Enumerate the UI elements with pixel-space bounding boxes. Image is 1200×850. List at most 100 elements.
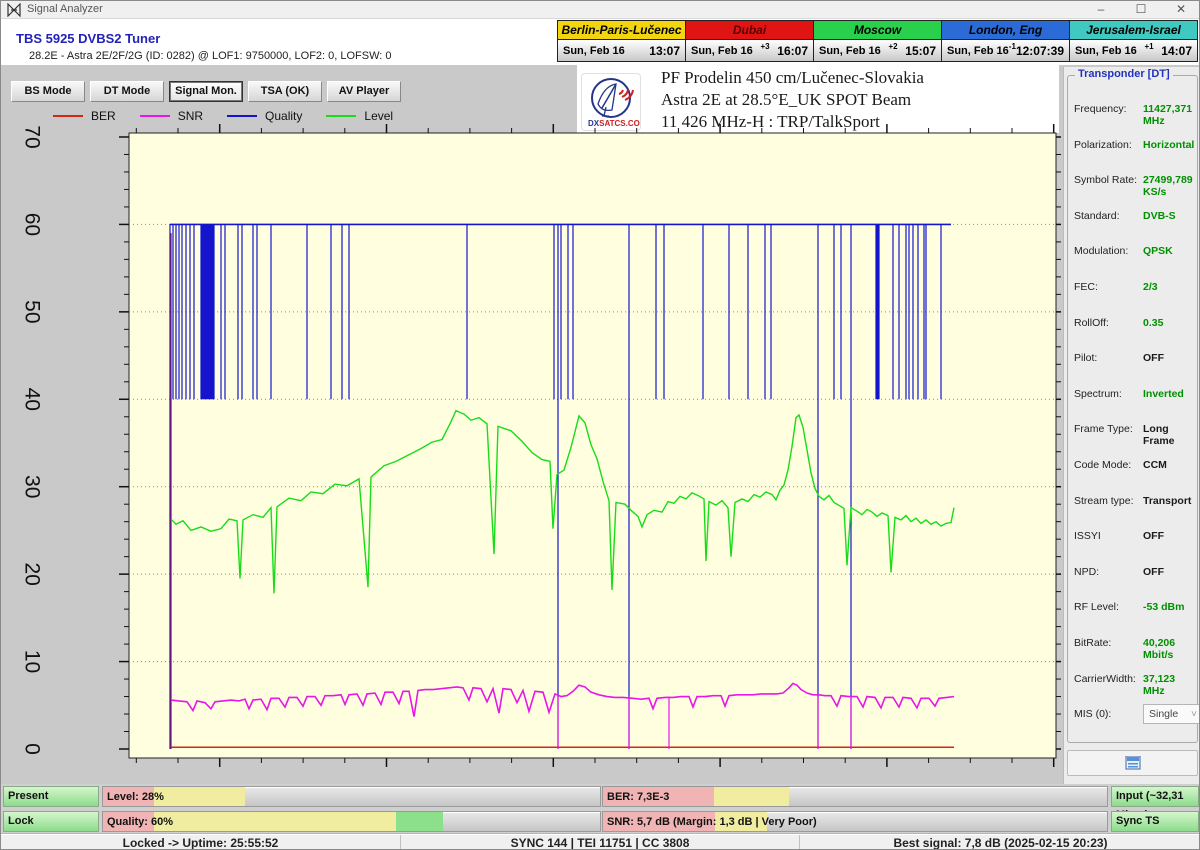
- clock-city-label: Moscow: [814, 21, 941, 40]
- transponder-label: RollOff:: [1074, 317, 1109, 329]
- mis-label: MIS (0):: [1074, 708, 1111, 720]
- transponder-value: OFF: [1143, 566, 1164, 578]
- transponder-value: Transport: [1143, 495, 1191, 507]
- sync-ts-indicator: Sync TS: [1111, 811, 1199, 832]
- transponder-value: 40,206 Mbit/s: [1143, 637, 1194, 661]
- app-icon: [7, 3, 21, 17]
- transponder-label: Pilot:: [1074, 352, 1097, 364]
- transponder-value: CCM: [1143, 459, 1167, 471]
- tab-bs-mode[interactable]: BS Mode: [11, 81, 85, 102]
- ber-bar-label: BER: 7,3E-3: [607, 787, 669, 807]
- clock-datetime: Sun, Feb 1613:07: [558, 40, 685, 61]
- clock-date: Sun, Feb 16: [1075, 45, 1137, 57]
- chevron-down-icon: ˅: [1191, 706, 1197, 724]
- clock-utc-offset: +2: [881, 42, 906, 51]
- y-axis-label: 10: [20, 650, 43, 673]
- transponder-row: Frequency:11427,371 MHz: [1074, 103, 1194, 117]
- tuner-subtitle: 28.2E - Astra 2E/2F/2G (ID: 0282) @ LOF1…: [29, 50, 392, 62]
- transponder-row: Code Mode: CCM: [1074, 459, 1194, 473]
- transponder-value: -53 dBm: [1143, 601, 1184, 613]
- transponder-row: CarrierWidth:37,123 MHz: [1074, 673, 1194, 687]
- bar-fill-segment: [714, 787, 790, 806]
- clock-utc-offset: +3: [753, 42, 778, 51]
- transponder-label: Standard:: [1074, 210, 1120, 222]
- tab-dt-mode[interactable]: DT Mode: [90, 81, 164, 102]
- clock-time: 14:07: [1161, 44, 1192, 58]
- transponder-label: ISSYI: [1074, 530, 1101, 542]
- minimize-button[interactable]: –: [1081, 1, 1121, 19]
- transponder-panel: Transponder [DT] Frequency:11427,371 MHz…: [1063, 67, 1200, 784]
- bar-fill-segment: [396, 812, 443, 831]
- transponder-row: Pilot: OFF: [1074, 352, 1194, 366]
- close-button[interactable]: ✕: [1161, 1, 1200, 19]
- clock-datetime: Sun, Feb 16+316:07: [686, 40, 813, 61]
- transponder-value: OFF: [1143, 352, 1164, 364]
- transponder-value: 0.35: [1143, 317, 1163, 329]
- mis-dropdown[interactable]: Single ˅: [1143, 704, 1200, 724]
- transponder-row: Frame Type:Long Frame: [1074, 423, 1194, 437]
- signal-analyzer-window: Signal Analyzer – ☐ ✕ TBS 5925 DVBS2 Tun…: [0, 0, 1200, 850]
- world-clocks: Berlin-Paris-LučenecSun, Feb 1613:07Duba…: [557, 20, 1198, 62]
- transponder-row: FEC:2/3: [1074, 281, 1194, 295]
- statusbar-segment-0: Locked -> Uptime: 25:55:52: [1, 835, 401, 850]
- statusbar-segment-1: SYNC 144 | TEI 11751 | CC 3808: [401, 835, 800, 850]
- transponder-row: RollOff: 0.35: [1074, 317, 1194, 331]
- y-axis-label: 30: [20, 475, 43, 498]
- clock-city-label: Berlin-Paris-Lučenec: [558, 21, 685, 40]
- clock-cell: Jerusalem-IsraelSun, Feb 16+114:07: [1070, 21, 1197, 61]
- maximize-button[interactable]: ☐: [1121, 1, 1161, 19]
- snr-bar: SNR: 5,7 dB (Margin: 1,3 dB | Very Poor): [602, 811, 1108, 832]
- bar-fill-segment: [154, 812, 397, 831]
- transponder-value: QPSK: [1143, 245, 1173, 257]
- transponder-groupbox: Transponder [DT] Frequency:11427,371 MHz…: [1067, 75, 1198, 743]
- transponder-row: Spectrum: Inverted: [1074, 388, 1194, 402]
- signal-chart: 010203040506070: [1, 101, 1061, 783]
- clock-city-label: Jerusalem-Israel: [1070, 21, 1197, 40]
- transponder-label: BitRate:: [1074, 637, 1111, 649]
- transponder-label: Code Mode:: [1074, 459, 1131, 471]
- clock-date: Sun, Feb 16: [691, 45, 753, 57]
- tab-signal-mon-[interactable]: Signal Mon.: [169, 81, 243, 102]
- transponder-value: OFF: [1143, 530, 1164, 542]
- ber-bar: BER: 7,3E-3: [602, 786, 1108, 807]
- transponder-row: ISSYI OFF: [1074, 530, 1194, 544]
- transponder-label: RF Level:: [1074, 601, 1119, 613]
- transponder-label: NPD:: [1074, 566, 1099, 578]
- transponder-value: 2/3: [1143, 281, 1158, 293]
- transponder-label: Polarization:: [1074, 139, 1132, 151]
- y-axis-label: 60: [20, 213, 43, 236]
- transponder-row: Polarization:Horizontal: [1074, 139, 1194, 153]
- statusbar: Locked -> Uptime: 25:55:52SYNC 144 | TEI…: [1, 834, 1200, 850]
- clock-time: 15:07: [905, 44, 936, 58]
- statusbar-segment-2: Best signal: 7,8 dB (2025-02-15 20:23): [800, 835, 1200, 850]
- y-axis-label: 70: [20, 125, 43, 148]
- clock-city-label: London, Eng: [942, 21, 1069, 40]
- transponder-value: DVB-S: [1143, 210, 1176, 222]
- clock-cell: Berlin-Paris-LučenecSun, Feb 1613:07: [558, 21, 686, 61]
- transponder-label: Spectrum:: [1074, 388, 1122, 400]
- clock-city-label: Dubai: [686, 21, 813, 40]
- transponder-row: BitRate:40,206 Mbit/s: [1074, 637, 1194, 651]
- clock-cell: MoscowSun, Feb 16+215:07: [814, 21, 942, 61]
- transponder-value: Inverted: [1143, 388, 1184, 400]
- save-icon: [1125, 756, 1141, 770]
- titlebar: Signal Analyzer – ☐ ✕: [1, 1, 1200, 19]
- mode-toolbar: BS ModeDT ModeSignal Mon.TSA (OK)AV Play…: [11, 81, 401, 102]
- clock-date: Sun, Feb 16: [563, 45, 625, 57]
- tab-av-player[interactable]: AV Player: [327, 81, 401, 102]
- tab-tsa-ok-[interactable]: TSA (OK): [248, 81, 322, 102]
- quality-bar-label: Quality: 60%: [107, 812, 173, 832]
- transponder-row: Symbol Rate:27499,789 KS/s: [1074, 174, 1194, 188]
- tuner-title: TBS 5925 DVBS2 Tuner: [16, 31, 160, 46]
- transponder-row: Stream type:Transport: [1074, 495, 1194, 509]
- transponder-value: 37,123 MHz: [1143, 673, 1194, 697]
- save-button[interactable]: [1067, 750, 1198, 776]
- window-title: Signal Analyzer: [27, 3, 103, 15]
- mis-value: Single: [1149, 708, 1178, 720]
- lock-indicator: Lock: [3, 811, 99, 832]
- transponder-value: Long Frame: [1143, 423, 1194, 447]
- clock-datetime: Sun, Feb 16+114:07: [1070, 40, 1197, 61]
- transponder-label: Symbol Rate:: [1074, 174, 1137, 186]
- y-axis-label: 20: [20, 562, 43, 585]
- input-rate-indicator: Input (~32,31 Mbps): [1111, 786, 1199, 807]
